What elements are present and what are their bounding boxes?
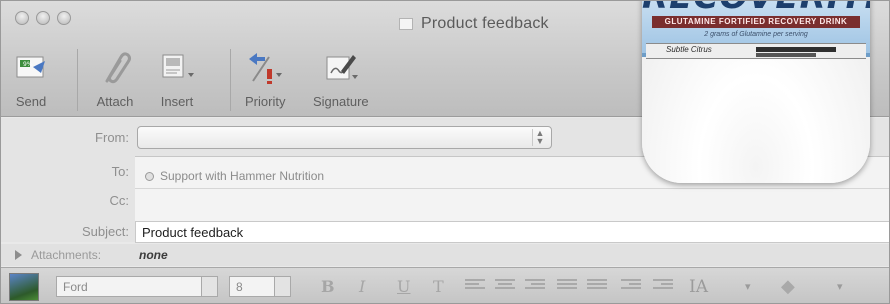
text-color-dropdown-icon[interactable]: ▾ [745, 280, 751, 293]
align-right-icon[interactable] [525, 279, 545, 293]
recipient-token[interactable]: Support with Hammer Nutrition [145, 169, 324, 183]
from-stepper-icon: ▲ ▼ [532, 129, 547, 146]
text-size-icon[interactable]: IA [689, 277, 708, 297]
bottle-subtag: 2 grams of Glutamine per serving [704, 31, 808, 38]
close-button[interactable] [15, 11, 29, 25]
window-title-wrap: Product feedback [399, 15, 549, 33]
paperclip-icon [95, 51, 135, 85]
recipient-icon [145, 171, 154, 181]
cc-divider [135, 188, 889, 189]
priority-button[interactable]: Priority [245, 45, 285, 109]
underline-button[interactable]: U [397, 277, 410, 296]
subject-label: Subject: [82, 224, 129, 239]
text-style-button[interactable]: T [433, 277, 444, 296]
priority-icon [245, 51, 285, 85]
bottle-flavor: Subtle Citrus [666, 45, 712, 54]
recipient-name: Support with Hammer Nutrition [160, 169, 325, 183]
decrease-indent-icon[interactable] [621, 279, 641, 293]
bold-button[interactable]: B [321, 277, 335, 296]
from-label: From: [95, 130, 129, 145]
bottle-barcode-line [756, 53, 816, 57]
signature-button[interactable]: Signature [313, 45, 369, 109]
align-center-icon[interactable] [495, 279, 515, 293]
subject-value: Product feedback [142, 225, 244, 240]
bottle-barcode-line [756, 47, 836, 52]
to-label: To: [111, 164, 129, 179]
subject-field[interactable]: Product feedback [135, 221, 889, 243]
priority-label: Priority [245, 94, 286, 109]
insert-icon [157, 51, 197, 85]
compose-window: Product feedback 9% Send Attach Insert P… [0, 0, 890, 304]
toolbar-divider [77, 49, 78, 111]
signature-icon [321, 51, 361, 85]
numbered-list-icon[interactable] [587, 279, 607, 293]
document-icon [399, 18, 413, 30]
send-icon: 9% [11, 51, 51, 85]
attach-label: Attach [96, 94, 134, 109]
format-bar: Ford 8 B I U T IA ▾ ◆ ▾ [1, 267, 889, 303]
bulleted-list-icon[interactable] [557, 279, 577, 293]
product-bottle-image: RECOVERITE GLUTAMINE FORTIFIED RECOVERY … [642, 1, 870, 183]
toolbar-divider [230, 49, 231, 111]
insert-label: Insert [160, 94, 194, 109]
bottle-flavor-bar: Subtle Citrus [646, 43, 866, 59]
window-controls [15, 11, 71, 25]
signature-label: Signature [313, 94, 369, 109]
attachments-value: none [139, 248, 168, 262]
svg-text:9%: 9% [23, 61, 33, 68]
attach-button[interactable]: Attach [95, 45, 135, 109]
from-select[interactable]: ▲ ▼ [137, 126, 552, 149]
attachments-row: Attachments: none [1, 244, 889, 266]
italic-button[interactable]: I [359, 277, 365, 296]
cc-label: Cc: [109, 193, 130, 208]
align-left-icon[interactable] [465, 279, 485, 293]
font-value: Ford [63, 280, 88, 294]
font-stepper-icon[interactable] [201, 276, 218, 297]
bottle-brand: RECOVERITE [642, 1, 870, 17]
size-value: 8 [236, 280, 243, 294]
size-stepper-icon[interactable] [274, 276, 291, 297]
highlight-icon[interactable]: ◆ [781, 276, 795, 297]
disclosure-triangle-icon[interactable] [15, 250, 22, 260]
size-select[interactable]: 8 [229, 276, 279, 297]
minimize-button[interactable] [36, 11, 50, 25]
bottle-tagline: GLUTAMINE FORTIFIED RECOVERY DRINK [652, 16, 860, 28]
more-dropdown-icon[interactable]: ▾ [837, 280, 843, 293]
window-title: Product feedback [421, 15, 549, 32]
font-select[interactable]: Ford [56, 276, 206, 297]
insert-button[interactable]: Insert [157, 45, 197, 109]
send-button[interactable]: 9% Send [11, 45, 51, 109]
send-label: Send [15, 94, 47, 109]
photo-browser-icon[interactable] [9, 273, 39, 301]
zoom-button[interactable] [57, 11, 71, 25]
attachments-label: Attachments: [31, 248, 102, 262]
increase-indent-icon[interactable] [653, 279, 673, 293]
